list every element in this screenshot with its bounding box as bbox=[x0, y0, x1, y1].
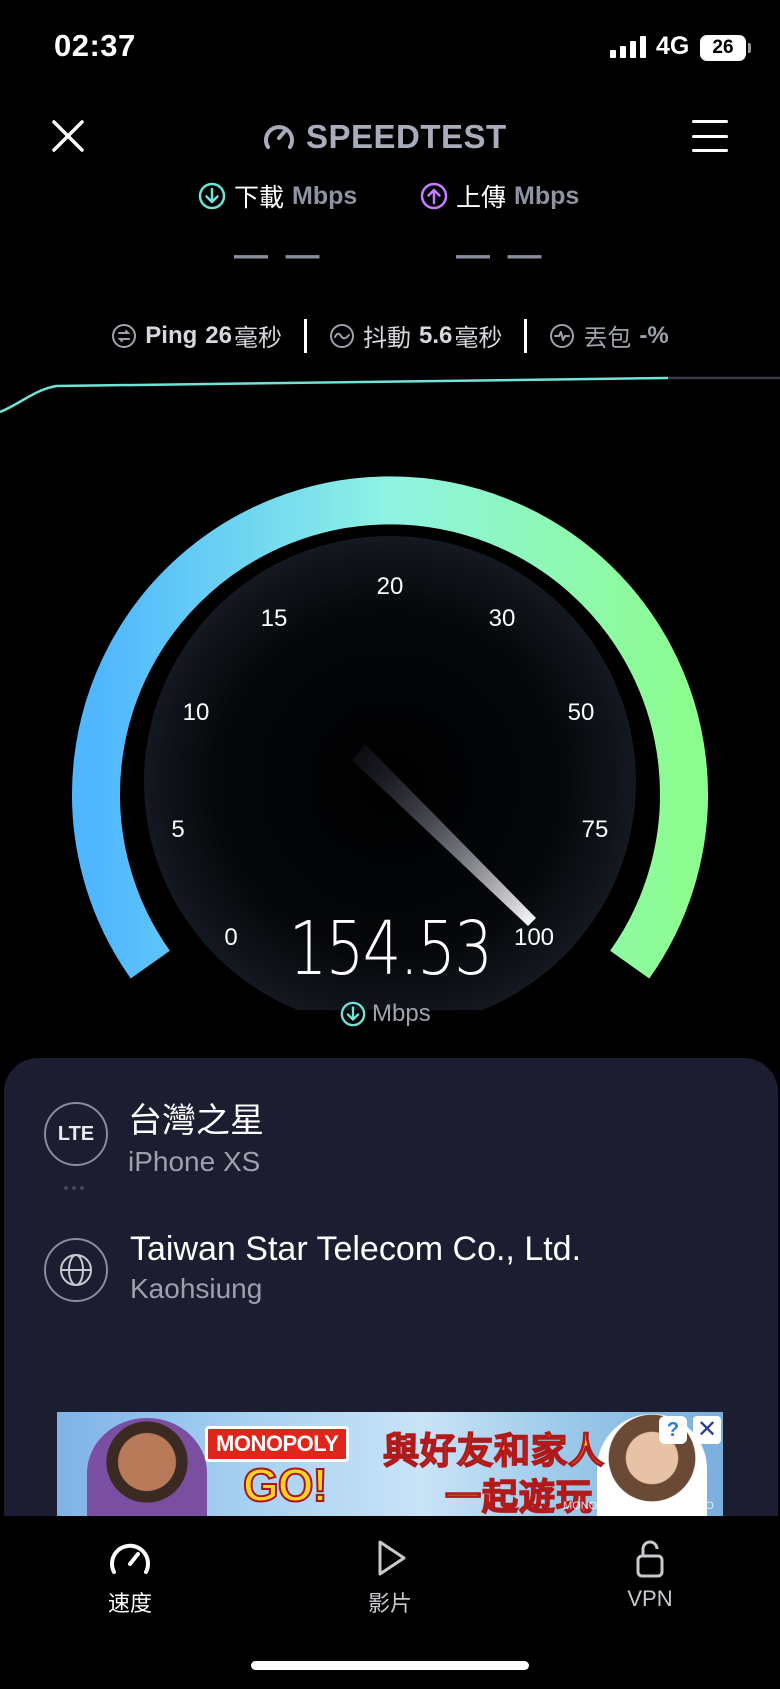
ad-person-image bbox=[87, 1418, 207, 1516]
ad-headline: 與好友和家人 bbox=[382, 1429, 606, 1472]
ping-unit: 毫秒 bbox=[233, 325, 282, 352]
upload-label: 上傳 bbox=[456, 184, 507, 212]
current-speed: 154.53 bbox=[288, 906, 493, 992]
server-name: Taiwan Star Telecom Co., Ltd. bbox=[130, 1230, 582, 1268]
upload-value: — — bbox=[456, 236, 546, 274]
gauge-tick: 15 bbox=[261, 605, 288, 632]
upload-unit: Mbps bbox=[514, 181, 580, 210]
loss-label: 丟包 bbox=[583, 325, 632, 352]
gauge-tick: 75 bbox=[582, 816, 609, 843]
play-icon bbox=[378, 1540, 406, 1576]
upload-header: 上傳 Mbps bbox=[420, 178, 579, 214]
gauge-tick: 10 bbox=[183, 699, 210, 726]
ad-close-icon[interactable]: ✕ bbox=[693, 1416, 721, 1444]
server-info[interactable]: Taiwan Star Telecom Co., Ltd. Kaohsiung bbox=[130, 1230, 581, 1305]
hamburger-menu-icon[interactable] bbox=[692, 120, 728, 152]
gauge-tick: 5 bbox=[171, 816, 184, 843]
ad-info-icon[interactable]: ? bbox=[659, 1416, 687, 1444]
speedtest-logo: SPEEDTEST bbox=[262, 118, 507, 156]
speedometer-logo-icon bbox=[264, 125, 294, 149]
download-arrow-icon bbox=[198, 182, 226, 210]
download-label: 下載 bbox=[234, 184, 285, 212]
latency-row: Ping 26 毫秒 抖動 5.6 毫秒 丟包 -% bbox=[0, 318, 780, 353]
jitter-group: 抖動 5.6 毫秒 bbox=[329, 318, 502, 353]
packet-loss-icon bbox=[550, 323, 575, 348]
network-type: 4G bbox=[656, 32, 690, 60]
download-unit: Mbps bbox=[292, 181, 358, 210]
status-time: 02:37 bbox=[54, 28, 136, 63]
ad-brand: MONOPOLY bbox=[205, 1426, 350, 1462]
ad-banner[interactable]: MONOPOLY GO! 與好友和家人 一起遊玩 MONOPOLY © 2023… bbox=[57, 1412, 723, 1516]
speed-unit: Mbps bbox=[340, 1000, 431, 1028]
tab-vpn[interactable]: VPN bbox=[590, 1538, 710, 1612]
battery-icon: 26 bbox=[700, 35, 751, 61]
speedometer-icon bbox=[110, 1543, 150, 1574]
loss-value: -% bbox=[639, 321, 669, 349]
divider bbox=[303, 318, 307, 353]
upload-arrow-icon bbox=[420, 182, 448, 210]
globe-icon bbox=[44, 1238, 108, 1302]
packet-loss-group: 丟包 -% bbox=[549, 318, 669, 353]
device-name: iPhone XS bbox=[128, 1146, 261, 1177]
tab-speed[interactable]: 速度 bbox=[70, 1538, 190, 1618]
gauge-tick: 50 bbox=[568, 699, 595, 726]
download-arrow-icon bbox=[340, 1001, 366, 1027]
server-location: Kaohsiung bbox=[130, 1273, 263, 1304]
download-header: 下載 Mbps bbox=[198, 178, 357, 214]
tab-video-label: 影片 bbox=[367, 1591, 412, 1616]
provider-name: 台灣之星 bbox=[128, 1102, 264, 1140]
jitter-value: 5.6 bbox=[418, 321, 453, 349]
ping-group: Ping 26 毫秒 bbox=[111, 318, 282, 353]
download-value: — — bbox=[234, 236, 324, 274]
speed-unit-label: Mbps bbox=[372, 1000, 431, 1027]
ad-brand-go: GO! bbox=[242, 1458, 329, 1512]
lte-badge-icon: LTE bbox=[44, 1102, 108, 1166]
lock-icon bbox=[636, 1540, 664, 1578]
cell-signal-icon bbox=[610, 36, 646, 58]
tab-vpn-label: VPN bbox=[627, 1586, 673, 1611]
gauge-tick: 30 bbox=[489, 605, 516, 632]
jitter-unit: 毫秒 bbox=[454, 325, 503, 352]
tab-speed-label: 速度 bbox=[107, 1591, 152, 1616]
jitter-icon bbox=[329, 323, 354, 348]
close-icon[interactable] bbox=[48, 116, 88, 156]
ping-icon bbox=[112, 323, 137, 348]
gauge-tick: 20 bbox=[377, 573, 404, 600]
ping-value: 26 bbox=[205, 321, 232, 349]
jitter-label: 抖動 bbox=[362, 325, 411, 352]
divider bbox=[524, 318, 528, 353]
logo-text: SPEEDTEST bbox=[306, 118, 507, 155]
ping-label: Ping bbox=[145, 321, 198, 349]
dots-icon bbox=[64, 1186, 84, 1190]
home-indicator[interactable] bbox=[251, 1661, 529, 1670]
ad-copyright: MONOPOLY © 2023 HASBRO bbox=[563, 1500, 714, 1512]
tab-video[interactable]: 影片 bbox=[330, 1538, 450, 1618]
provider-info[interactable]: 台灣之星 iPhone XS bbox=[128, 1093, 264, 1178]
